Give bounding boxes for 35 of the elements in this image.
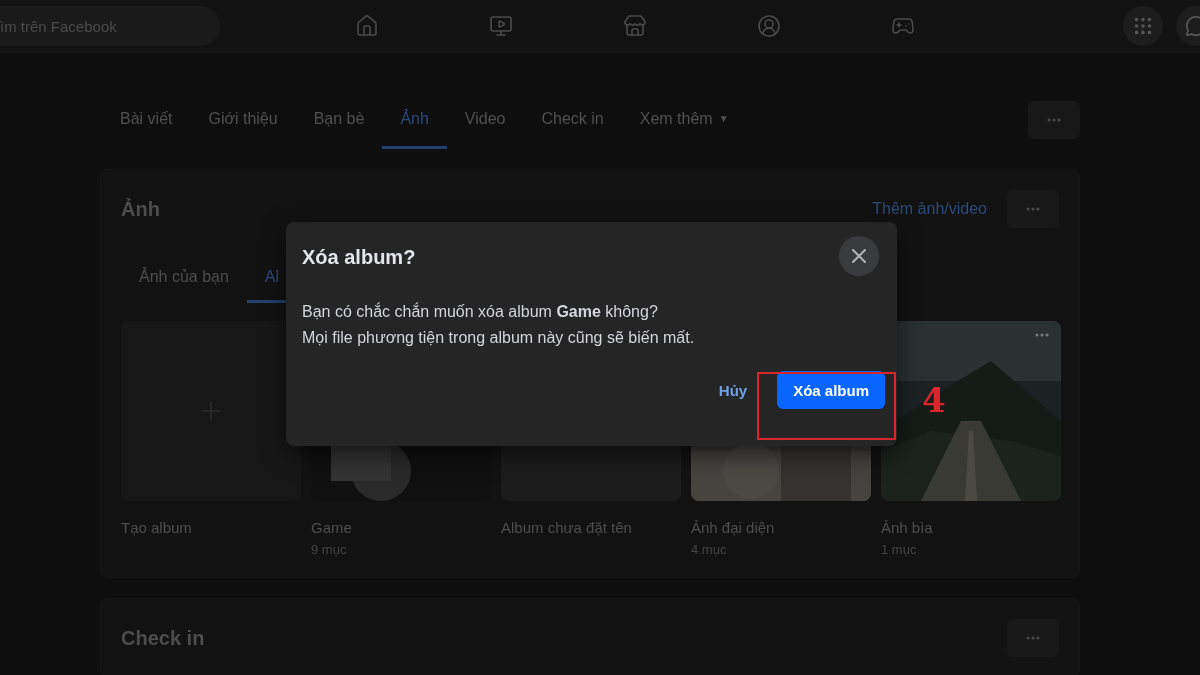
home-icon[interactable] xyxy=(355,14,379,38)
close-button[interactable] xyxy=(839,236,879,276)
caret-icon: ▼ xyxy=(718,113,729,124)
step-number: 4 xyxy=(922,380,946,420)
grid-icon xyxy=(1132,15,1154,37)
add-photo-link[interactable]: Thêm ảnh/video xyxy=(872,200,987,218)
album-name: Album chưa đặt tên xyxy=(501,519,633,536)
video-icon[interactable] xyxy=(489,14,513,38)
store-icon[interactable] xyxy=(623,14,647,38)
profile-tab[interactable]: Bạn bè xyxy=(295,91,383,149)
delete-album-button[interactable]: Xóa album xyxy=(777,371,885,409)
menu-button[interactable] xyxy=(1123,6,1163,46)
more-icon xyxy=(1026,207,1040,211)
dialog-message: Bạn có chắc chắn muốn xóa album Game không? xyxy=(302,301,659,322)
more-icon[interactable] xyxy=(1035,333,1049,337)
album-name: Ảnh bìa xyxy=(881,519,934,536)
cancel-button[interactable]: Hủy xyxy=(718,371,748,409)
dialog-message: Mọi file phương tiện trong album này cũng sẽ biến mất. xyxy=(302,328,696,348)
album-name: Game xyxy=(311,519,353,536)
profile-icon[interactable] xyxy=(757,14,781,38)
profile-tab[interactable]: Xem thêm ▼ xyxy=(621,91,747,149)
album-name: Ảnh đại diện xyxy=(691,519,776,536)
profile-tab[interactable]: Video xyxy=(446,91,524,149)
profile-tab[interactable]: Bài viết xyxy=(102,91,191,149)
profile-tab[interactable]: Giới thiệu xyxy=(190,91,296,149)
section-title: Ảnh xyxy=(121,197,160,221)
more-icon xyxy=(1026,636,1040,640)
album-tab[interactable]: Ảnh của bạn xyxy=(121,254,247,303)
more-icon xyxy=(1047,118,1061,122)
section-title: Check in xyxy=(121,626,205,650)
dialog-title: Xóa album? xyxy=(302,246,416,269)
create-album-tile[interactable] xyxy=(121,321,301,501)
album-name: Tạo album xyxy=(121,519,193,536)
profile-tab[interactable]: Check in xyxy=(523,91,622,149)
profile-tab[interactable]: Ảnh xyxy=(382,91,447,149)
